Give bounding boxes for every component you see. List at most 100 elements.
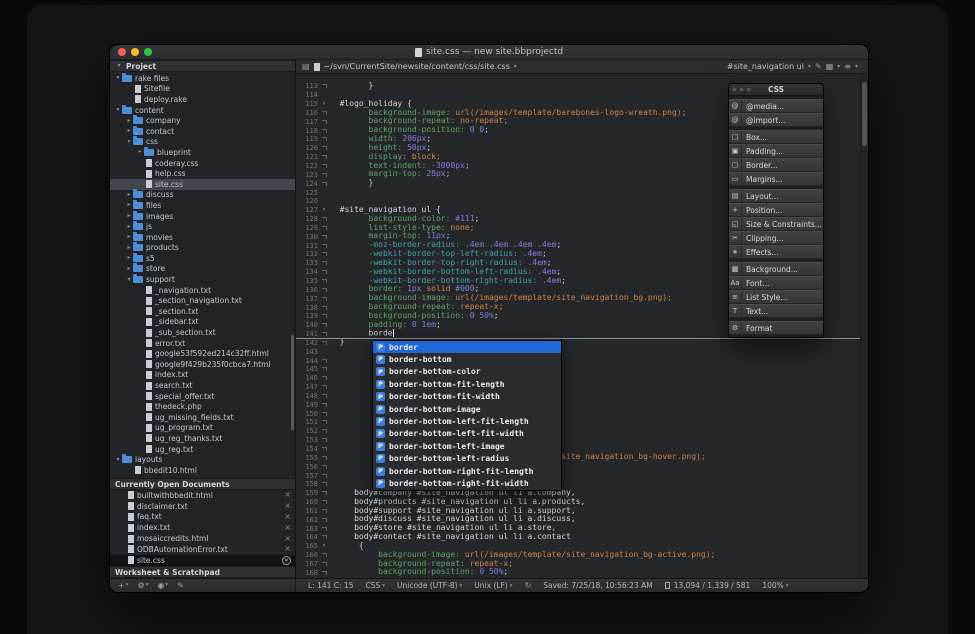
palette-button-border[interactable]: ▢Border... — [729, 158, 823, 172]
completion-item[interactable]: Pborder-bottom-left-image — [373, 440, 561, 452]
open-docs-header[interactable]: Currently Open Documents — [110, 478, 295, 490]
palette-button-import-at[interactable]: @@import... — [729, 113, 823, 127]
editor-scrollbar-thumb[interactable] — [862, 82, 867, 146]
completion-item[interactable]: Pborder-bottom-right-fit-width — [373, 477, 561, 489]
open-doc-ODBAutomationError.txt[interactable]: ODBAutomationError.txt× — [110, 544, 295, 555]
palette-options-button[interactable] — [746, 87, 751, 92]
close-document-icon[interactable]: × — [284, 513, 291, 521]
open-doc-index.txt[interactable]: index.txt× — [110, 522, 295, 533]
completion-item[interactable]: Pborder-bottom-right-fit-length — [373, 465, 561, 477]
tree-item-store[interactable]: ▸store — [110, 264, 295, 275]
palette-button-list-style[interactable]: ≡List Style... — [729, 290, 823, 304]
sidebar-scrollbar-thumb[interactable] — [291, 335, 294, 430]
view-menu-button[interactable]: ◉▾ — [157, 582, 168, 590]
disclosure-triangle-icon[interactable]: ▸ — [125, 192, 133, 198]
completion-item[interactable]: Pborder-bottom-left-fit-width — [373, 428, 561, 440]
gear-menu-button[interactable]: ⚙▾ — [137, 582, 148, 590]
tree-item-deploy.rake[interactable]: deploy.rake — [110, 94, 295, 105]
autocomplete-popup[interactable]: PborderPborder-bottomPborder-bottom-colo… — [372, 340, 562, 491]
tree-item-files[interactable]: ▸files — [110, 200, 295, 211]
disclosure-triangle-icon[interactable]: ▾ — [114, 75, 122, 81]
tree-item-images[interactable]: ▸images — [110, 211, 295, 222]
list-menu-icon[interactable]: ≡ — [844, 63, 851, 71]
function-popup[interactable]: #site_navigation ul — [727, 62, 804, 71]
palette-button-box[interactable]: □Box... — [729, 130, 823, 144]
tree-item-blueprint[interactable]: ▸blueprint — [110, 147, 295, 158]
palette-button-media-at[interactable]: @@media... — [729, 99, 823, 113]
minimize-window-button[interactable] — [131, 48, 139, 56]
disclosure-triangle-icon[interactable]: ▸ — [125, 255, 133, 261]
open-doc-mosaiccredits.html[interactable]: mosaiccredits.html× — [110, 533, 295, 544]
tree-item-bbedit10.html[interactable]: bbedit10.html — [110, 465, 295, 476]
tree-item-content[interactable]: ▾content — [110, 105, 295, 116]
tree-item-_sub_section.txt[interactable]: _sub_section.txt — [110, 327, 295, 338]
tree-item-search.txt[interactable]: search.txt — [110, 380, 295, 391]
disclosure-triangle-icon[interactable]: ▸ — [125, 245, 133, 251]
line-ending-menu[interactable]: Unix (LF)▾ — [474, 581, 512, 590]
tree-item-index.txt[interactable]: index.txt — [110, 370, 295, 381]
editor-scrollbar[interactable] — [860, 74, 868, 578]
tree-item-contact[interactable]: ▸contact — [110, 126, 295, 137]
code-line[interactable]: 168 background-position: 0 50%; — [296, 568, 860, 577]
close-document-icon[interactable]: × — [284, 524, 291, 532]
project-header[interactable]: ▾ Project — [110, 60, 295, 72]
disclosure-triangle-icon[interactable]: ▸ — [125, 128, 133, 134]
tree-item-js[interactable]: ▸js — [110, 221, 295, 232]
zoom-window-button[interactable] — [144, 48, 152, 56]
completion-item[interactable]: Pborder-bottom-image — [373, 403, 561, 415]
disclosure-triangle-icon[interactable]: ▸ — [125, 202, 133, 208]
disclosure-triangle-icon[interactable]: ▾ — [114, 107, 122, 113]
completion-item[interactable]: Pborder-bottom — [373, 353, 561, 365]
window-titlebar[interactable]: site.css — new site.bbprojectd — [110, 45, 868, 60]
palette-button-background[interactable]: ▩Background... — [729, 262, 823, 276]
close-document-icon[interactable]: × — [282, 556, 291, 565]
completion-item[interactable]: Pborder-bottom-fit-width — [373, 391, 561, 403]
tree-item-google53f592ed214c32ff.html[interactable]: google53f592ed214c32ff.html — [110, 348, 295, 359]
tree-item-products[interactable]: ▸products — [110, 243, 295, 254]
tree-item-thedeck.php[interactable]: thedeck.php — [110, 401, 295, 412]
refresh-icon[interactable]: ↻ — [525, 582, 532, 590]
palette-button-margins[interactable]: ▭Margins... — [729, 172, 823, 186]
open-doc-disclaimer.txt[interactable]: disclaimer.txt× — [110, 501, 295, 512]
palette-button-layout[interactable]: ▤Layout... — [729, 189, 823, 203]
palette-button-size-constraints[interactable]: ◱Size & Constraints... — [729, 217, 823, 231]
tree-item-ug_reg.txt[interactable]: ug_reg.txt — [110, 444, 295, 455]
tree-item-movies[interactable]: ▸movies — [110, 232, 295, 243]
tree-item-layouts[interactable]: ▾layouts — [110, 454, 295, 465]
disclosure-triangle-icon[interactable]: ▾ — [125, 139, 133, 145]
completion-item[interactable]: Pborder-bottom-left-radius — [373, 453, 561, 465]
palette-button-position[interactable]: +Position... — [729, 203, 823, 217]
disclosure-triangle-icon[interactable]: ▾ — [114, 457, 122, 463]
tree-item-rake files[interactable]: ▾rake files — [110, 73, 295, 84]
palette-button-font[interactable]: AaFont... — [729, 276, 823, 290]
tree-item-s5[interactable]: ▸s5 — [110, 253, 295, 264]
completion-item[interactable]: Pborder-bottom-color — [373, 366, 561, 378]
close-document-icon[interactable]: × — [284, 545, 291, 553]
close-window-button[interactable] — [118, 48, 126, 56]
tree-item-ug_program.txt[interactable]: ug_program.txt — [110, 423, 295, 434]
disclosure-triangle-icon[interactable]: ▸ — [125, 213, 133, 219]
tree-item-help.css[interactable]: help.css — [110, 168, 295, 179]
tree-item-_navigation.txt[interactable]: _navigation.txt — [110, 285, 295, 296]
palette-button-clipping[interactable]: ✂Clipping... — [729, 231, 823, 245]
disclosure-triangle-icon[interactable]: ▸ — [125, 118, 133, 124]
tree-item-special_offer.txt[interactable]: special_offer.txt — [110, 391, 295, 402]
file-path[interactable]: ~/svn/CurrentSite/newsite/content/css/si… — [324, 62, 510, 71]
tree-item-_section.txt[interactable]: _section.txt — [110, 306, 295, 317]
tree-item-_sidebar.txt[interactable]: _sidebar.txt — [110, 317, 295, 328]
open-doc-builtwithbbedit.html[interactable]: builtwithbbedit.html× — [110, 490, 295, 501]
add-item-button[interactable]: +▾ — [118, 582, 128, 590]
worksheet-header[interactable]: Worksheet & Scratchpad — [110, 566, 295, 578]
pencil-icon[interactable]: ✎ — [815, 63, 822, 71]
tree-item-coderay.css[interactable]: coderay.css — [110, 158, 295, 169]
tree-item-error.txt[interactable]: error.txt — [110, 338, 295, 349]
close-document-icon[interactable]: × — [284, 502, 291, 510]
palette-titlebar[interactable]: CSS — [729, 84, 823, 96]
tree-item-_section_navigation.txt[interactable]: _section_navigation.txt — [110, 295, 295, 306]
palette-collapse-button[interactable] — [739, 87, 744, 92]
disclosure-triangle-icon[interactable]: ▸ — [125, 224, 133, 230]
grid-menu-icon[interactable]: ▦ — [826, 63, 834, 71]
tree-item-Sitefile[interactable]: Sitefile — [110, 84, 295, 95]
fold-marker-icon[interactable]: ▾ — [318, 543, 330, 549]
open-doc-faq.txt[interactable]: faq.txt× — [110, 512, 295, 523]
